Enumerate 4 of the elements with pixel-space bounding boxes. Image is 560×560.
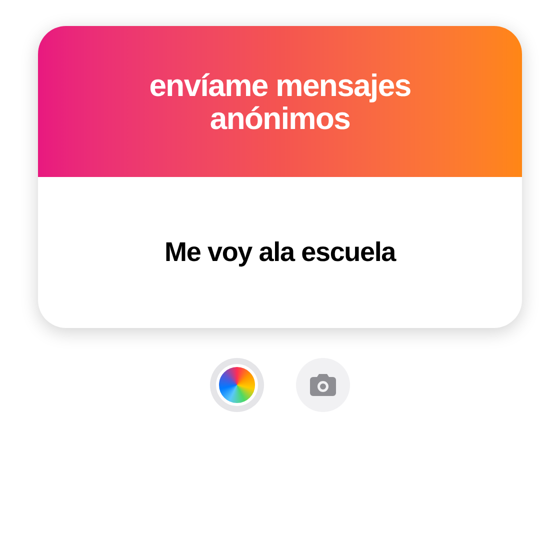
camera-icon [310,374,336,396]
message-text: Me voy ala escuela [164,236,396,270]
card-title: envíame mensajes anónimos [148,68,412,134]
color-wheel-icon [216,364,258,406]
